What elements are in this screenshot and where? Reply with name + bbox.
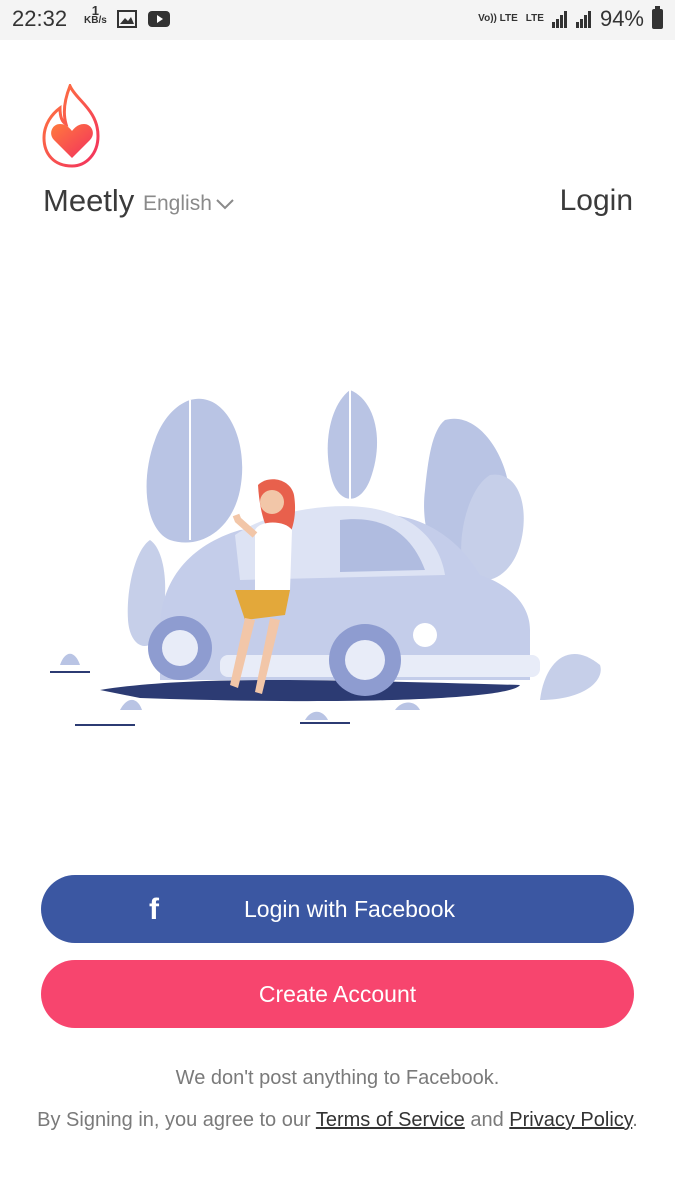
network-speed: 1 KB/s [84,3,107,26]
status-right: Vo)) LTE LTE 94% [478,6,663,32]
status-time: 22:32 [12,6,68,31]
language-selector[interactable]: English [143,192,234,216]
signal-icon-2 [575,11,591,28]
volte-icon: Vo)) LTE [478,13,518,24]
signal-icon [551,11,567,28]
hero-illustration [50,390,601,726]
gallery-icon [117,10,137,28]
create-account-label: Create Account [258,980,417,1007]
battery-icon [652,6,663,29]
login-link[interactable]: Login [560,184,633,218]
language-label: English [143,192,212,215]
terms-of-service-link[interactable]: Terms of Service [316,1109,465,1131]
facebook-disclaimer: We don't post anything to Facebook. [175,1067,500,1089]
battery-level: 94% [599,6,644,31]
terms-notice: By Signing in, you agree to our Terms of… [0,1106,675,1134]
youtube-icon [148,11,170,27]
lte-icon: LTE [525,13,544,24]
facebook-button-label: Login with Facebook [244,895,455,922]
privacy-policy-link[interactable]: Privacy Policy [509,1109,632,1131]
app-logo [42,84,100,168]
app-name: Meetly [43,183,135,218]
login-with-facebook-button[interactable]: f Login with Facebook [41,875,634,943]
and-text: and [470,1109,504,1131]
period-text: . [632,1109,638,1131]
status-bar: 22:32 1 KB/s Vo)) LTE LTE 94% [0,0,675,40]
facebook-icon: f [149,893,159,926]
agree-text: By Signing in, you agree to our [37,1109,311,1131]
create-account-button[interactable]: Create Account [41,960,634,1028]
chevron-down-icon [216,199,234,210]
